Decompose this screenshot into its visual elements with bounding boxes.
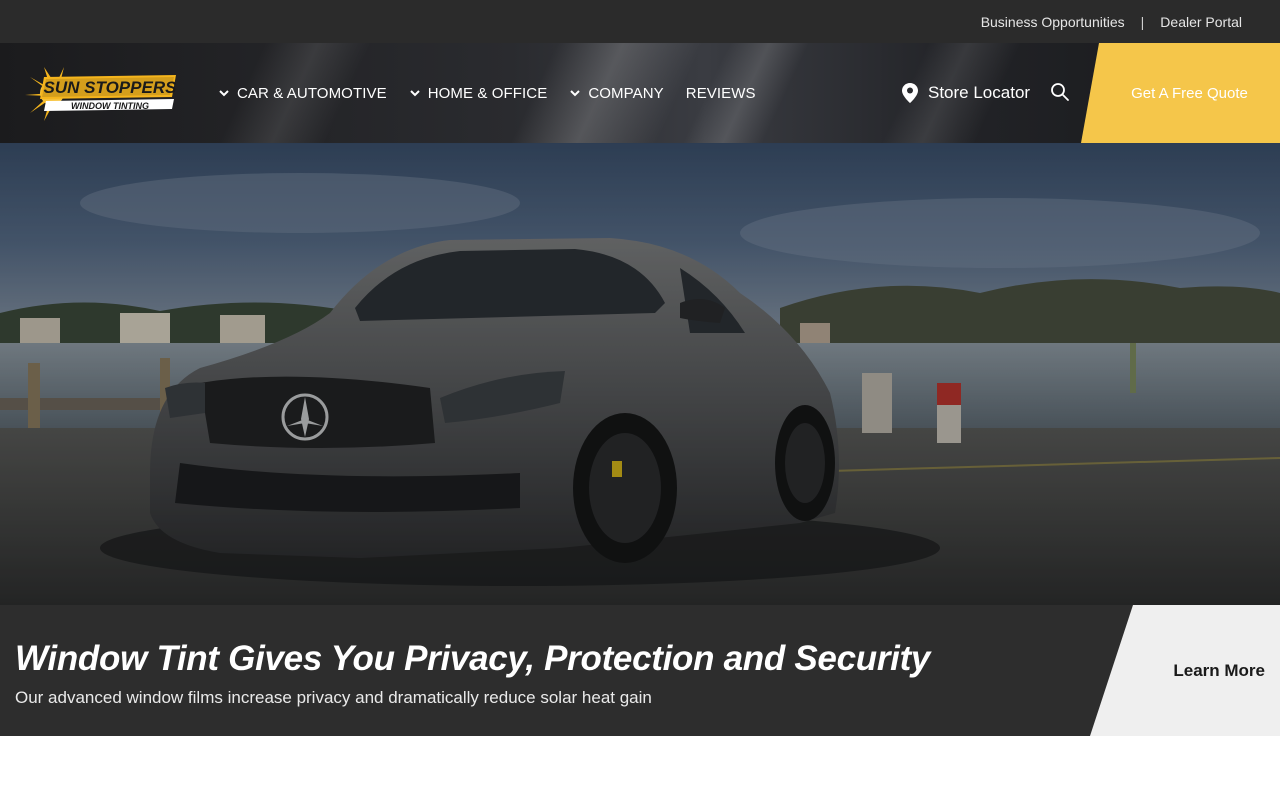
learn-more-label: Learn More — [1173, 661, 1265, 680]
map-pin-icon — [902, 83, 918, 103]
utility-separator: | — [1140, 13, 1145, 30]
nav-label: REVIEWS — [685, 84, 756, 102]
chevron-down-icon — [570, 90, 581, 97]
top-utility-bar: Business Opportunities | Dealer Portal — [0, 0, 1280, 43]
primary-nav: CAR & AUTOMOTIVE HOME & OFFICE COMPANY R… — [218, 43, 756, 143]
nav-home-office[interactable]: HOME & OFFICE — [409, 85, 548, 102]
hero-caption: Window Tint Gives You Privacy, Protectio… — [0, 605, 1280, 736]
nav-company[interactable]: COMPANY — [569, 84, 664, 102]
svg-text:WINDOW TINTING: WINDOW TINTING — [71, 101, 149, 111]
search-icon[interactable] — [1050, 82, 1070, 102]
quote-button-label: Get A Free Quote — [1131, 84, 1248, 102]
nav-car-automotive[interactable]: CAR & AUTOMOTIVE — [218, 85, 387, 102]
nav-label: CAR & AUTOMOTIVE — [237, 84, 387, 102]
nav-label: COMPANY — [588, 84, 664, 102]
svg-text:SUN STOPPERS: SUN STOPPERS — [44, 78, 178, 97]
chevron-down-icon — [409, 90, 420, 97]
hero-car-image — [0, 143, 1280, 605]
hero-subtext: Our advanced window films increase priva… — [15, 688, 652, 707]
chevron-down-icon — [219, 90, 229, 97]
nav-reviews[interactable]: REVIEWS — [686, 85, 756, 102]
logo-graphic: SUN STOPPERS WINDOW TINTING — [25, 67, 178, 121]
nav-label: HOME & OFFICE — [427, 84, 548, 102]
store-locator-label: Store Locator — [928, 83, 1031, 102]
get-free-quote-button[interactable]: Get A Free Quote — [1081, 43, 1280, 143]
hero-banner — [0, 143, 1280, 605]
store-locator-link[interactable]: Store Locator — [902, 43, 1030, 143]
dealer-portal-link[interactable]: Dealer Portal — [1160, 14, 1242, 30]
main-header: SUN STOPPERS WINDOW TINTING CAR & AUTOMO… — [0, 43, 1280, 143]
utility-links: Business Opportunities | Dealer Portal — [981, 0, 1242, 43]
learn-more-button[interactable]: Learn More — [1090, 605, 1280, 736]
sun-stoppers-logo[interactable]: SUN STOPPERS WINDOW TINTING — [24, 63, 179, 123]
business-opportunities-link[interactable]: Business Opportunities — [981, 14, 1125, 30]
hero-headline: Window Tint Gives You Privacy, Protectio… — [15, 639, 931, 678]
